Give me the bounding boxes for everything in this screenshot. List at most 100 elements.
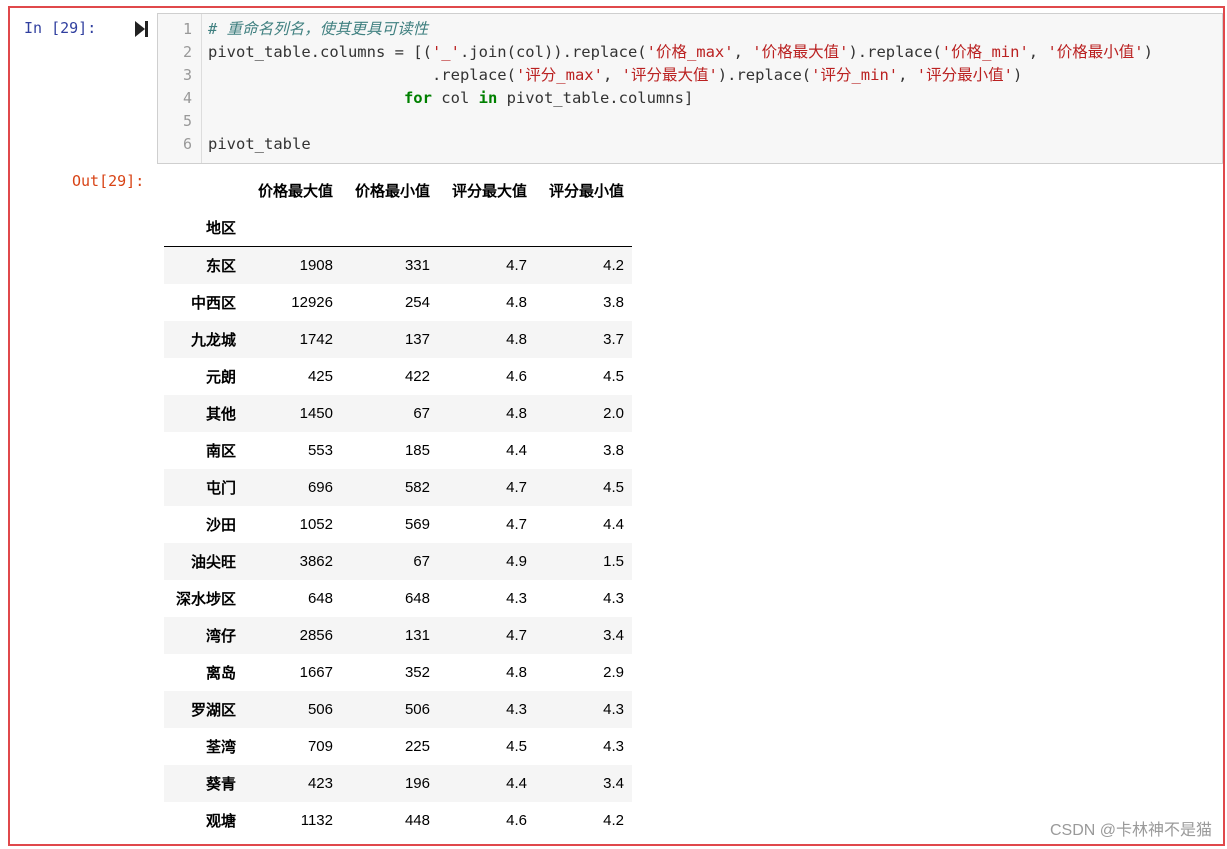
table-row: 离岛 1667 352 4.8 2.9 [164,654,632,691]
column-header: 价格最小值 [354,183,430,200]
code-string: '价格_min' [941,43,1029,61]
row-index-label: 九龙城 [190,332,236,349]
code-string: '价格_max' [646,43,734,61]
table-cell: 4.2 [603,812,624,829]
table-cell: 1052 [299,516,333,533]
code-token: , [1028,43,1048,61]
line-number: 5 [182,112,192,130]
column-header: 评分最小值 [548,183,624,200]
code-cell-editor[interactable]: 1 2 3 4 5 6 # 重命名列名，使其更具可读性 pivot_table.… [157,13,1223,164]
line-number: 3 [182,66,192,84]
table-row: 荃湾 709 225 4.5 4.3 [164,728,632,765]
row-index-label: 荃湾 [205,739,236,756]
run-cell-icon[interactable] [135,20,149,38]
table-cell: 4.3 [506,701,527,718]
code-token: , [733,43,753,61]
table-cell: 569 [404,516,430,533]
table-cell: 506 [404,701,430,718]
code-token: pivot_table.columns] [497,89,694,107]
code-string: '评分最大值' [621,66,718,84]
line-number-gutter: 1 2 3 4 5 6 [158,14,202,163]
line-number: 6 [182,135,192,153]
table-cell: 196 [404,775,430,792]
table-row: 中西区 12926 254 4.8 3.8 [164,284,632,321]
table-cell: 709 [307,738,333,755]
csdn-watermark: CSDN @卡林神不是猫 [1049,822,1212,839]
column-header: 价格最大值 [257,183,333,200]
table-row: 其他 1450 67 4.8 2.0 [164,395,632,432]
table-cell: 1908 [299,257,333,274]
code-token: .replace( [208,66,516,84]
table-cell: 696 [307,479,333,496]
code-string: '价格最大值' [752,43,849,61]
header-blank [341,209,438,247]
code-comment: # 重命名列名，使其更具可读性 [208,20,429,38]
code-token: pivot_table.columns = [( [208,43,432,61]
table-row: 湾仔 2856 131 4.7 3.4 [164,617,632,654]
table-row: 葵青 423 196 4.4 3.4 [164,765,632,802]
table-row: 南区 553 185 4.4 3.8 [164,432,632,469]
code-string: '评分_min' [811,66,899,84]
table-body: 东区 1908 331 4.7 4.2 中西区 12926 254 4.8 3.8 九龙城 1742 1… [164,246,632,840]
code-token: ).replace( [717,66,812,84]
row-index-label: 离岛 [205,665,236,682]
table-cell: 422 [404,368,430,385]
index-name-row: 地区 [164,209,632,247]
table-cell: 4.5 [603,368,624,385]
table-cell: 1667 [299,664,333,681]
row-index-label: 深水埗区 [175,591,236,608]
table-cell: 4.6 [506,812,527,829]
row-index-label: 观塘 [205,813,236,830]
code-token: ) [1012,66,1023,84]
code-string: '_' [431,43,460,61]
table-cell: 4.7 [506,627,527,644]
code-token: col [431,89,479,107]
table-cell: 4.7 [506,516,527,533]
code-token: .join(col)).replace( [459,43,647,61]
table-cell: 4.6 [506,368,527,385]
row-index-label: 沙田 [205,517,236,534]
line-number: 4 [182,89,192,107]
row-index-label: 罗湖区 [190,702,236,719]
table-cell: 331 [404,257,430,274]
row-index-label: 湾仔 [205,628,236,645]
table-row: 油尖旺 3862 67 4.9 1.5 [164,543,632,580]
table-cell: 225 [404,738,430,755]
code-string: '价格最小值' [1047,43,1144,61]
code-line-3: .replace('评分_max', '评分最大值').replace('评分_… [208,64,1022,87]
code-keyword: for [403,89,432,107]
table-cell: 4.3 [603,590,624,607]
code-line-2: pivot_table.columns = [('_'.join(col)).r… [208,41,1153,64]
header-blank [438,209,535,247]
code-string: '评分_max' [515,66,603,84]
code-string: '评分最小值' [916,66,1013,84]
table-cell: 648 [404,590,430,607]
table-row: 观塘 1132 448 4.6 4.2 [164,802,632,839]
row-index-label: 其他 [205,406,236,423]
table-cell: 423 [307,775,333,792]
code-token: ).replace( [848,43,942,61]
code-token: , [602,66,622,84]
table-cell: 4.4 [506,775,527,792]
table-cell: 67 [413,553,430,570]
table-cell: 4.9 [506,553,527,570]
code-line-4: for col in pivot_table.columns] [208,87,693,110]
table-cell: 2.0 [603,405,624,422]
table-cell: 67 [413,405,430,422]
table-cell: 4.7 [506,257,527,274]
table-row: 东区 1908 331 4.7 4.2 [164,246,632,284]
code-token: , [898,66,917,84]
table-cell: 4.8 [506,294,527,311]
table-cell: 1450 [299,405,333,422]
row-index-label: 屯门 [205,480,236,497]
table-row: 九龙城 1742 137 4.8 3.7 [164,321,632,358]
table-row: 深水埗区 648 648 4.3 4.3 [164,580,632,617]
table-cell: 3.8 [603,442,624,459]
index-name-header: 地区 [164,209,244,247]
table-row: 元朗 425 422 4.6 4.5 [164,358,632,395]
table-cell: 1742 [299,331,333,348]
line-number: 2 [182,43,192,61]
table-cell: 4.3 [603,738,624,755]
header-blank [535,209,632,247]
